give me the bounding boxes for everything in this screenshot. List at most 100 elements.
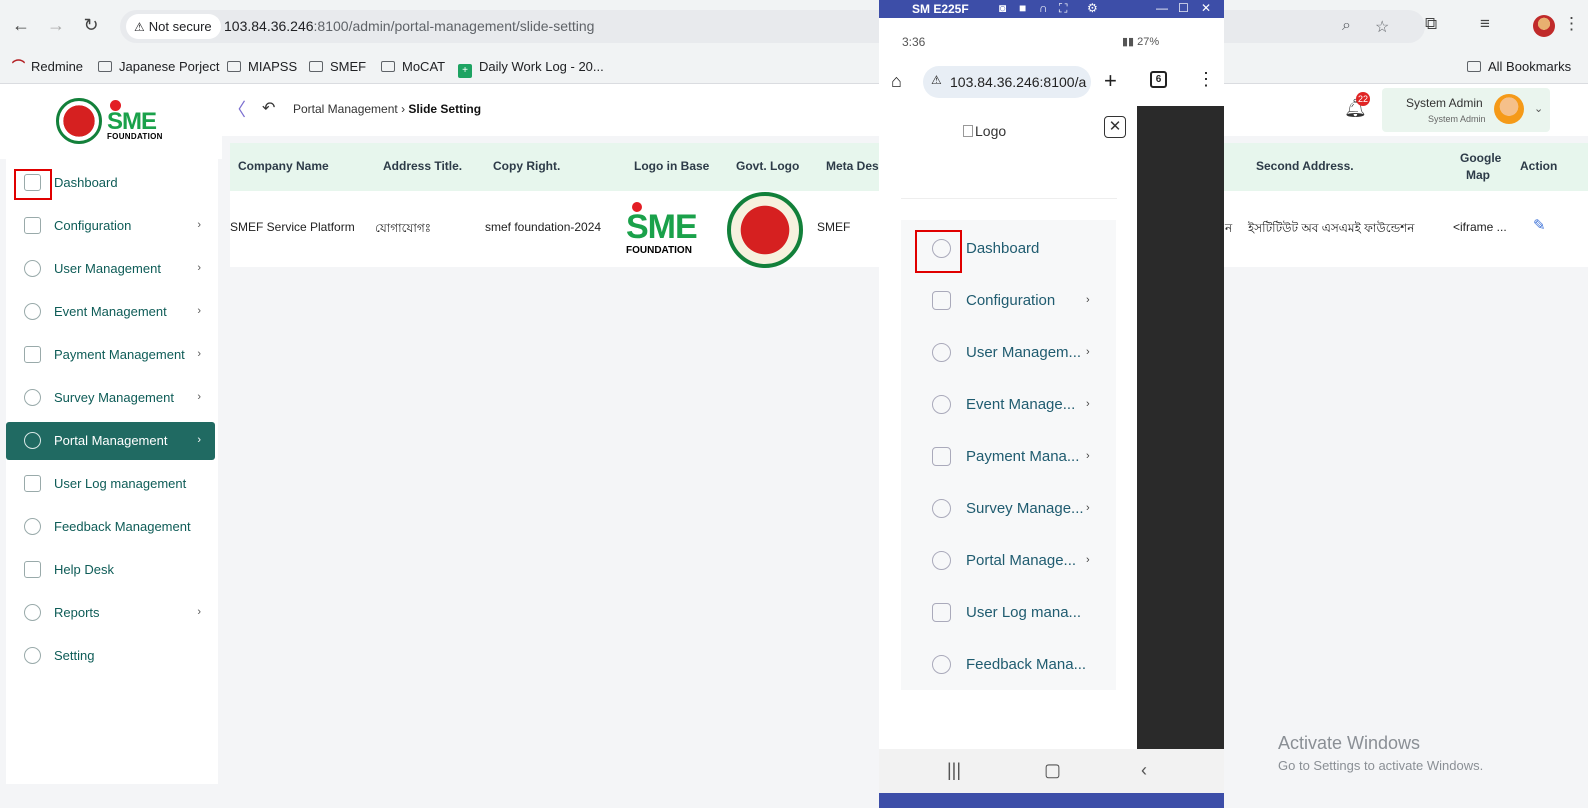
phone-side-drawer: Logo ✕ Dashboard Configuration › User Ma… <box>879 106 1137 749</box>
sidebar-item-configuration[interactable]: Configuration › <box>6 207 215 245</box>
maximize-icon[interactable]: ☐ <box>1178 1 1189 15</box>
payment-icon <box>932 447 951 466</box>
drawer-backdrop[interactable] <box>1137 106 1224 749</box>
sidebar-item-user-log-management[interactable]: User Log management <box>6 465 215 503</box>
phone-menu-item-user-management[interactable]: User Managem... › <box>901 326 1116 378</box>
headphones-icon[interactable]: ∩ <box>1039 1 1048 15</box>
column-header: Second Address. <box>1256 159 1354 173</box>
not-secure-chip[interactable]: ⚠ Not secure <box>126 14 221 39</box>
phone-menu-item-feedback-management[interactable]: Feedback Mana... <box>901 638 1116 690</box>
column-header: Address Title. <box>383 159 463 173</box>
bookmark-smef[interactable]: SMEF <box>309 56 366 78</box>
phone-menu-item-survey-management[interactable]: Survey Manage... › <box>901 482 1116 534</box>
reload-icon[interactable]: ↻ <box>80 14 102 36</box>
cell-address-title: যোগাযোগঃ <box>375 221 432 235</box>
phone-menu-item-event-management[interactable]: Event Manage... › <box>901 378 1116 430</box>
payment-icon <box>24 346 41 363</box>
sidebar-logo[interactable]: SME FOUNDATION <box>0 84 222 159</box>
phone-menu-item-portal-management[interactable]: Portal Manage... › <box>901 534 1116 586</box>
bookmark-redmine[interactable]: ⌒ Redmine <box>12 56 83 78</box>
pie-chart-icon <box>932 499 951 518</box>
column-header: Map <box>1466 168 1490 182</box>
back-arrow-icon[interactable]: ← <box>10 14 32 36</box>
log-icon <box>24 475 41 492</box>
feedback-icon <box>24 518 41 535</box>
sidebar-item-user-management[interactable]: User Management › <box>6 250 215 288</box>
chevron-right-icon: › <box>1086 450 1090 462</box>
browser-menu-icon[interactable]: ⋮ <box>1563 14 1580 34</box>
cell-copyright: smef foundation-2024 <box>485 220 602 234</box>
more-vert-icon[interactable]: ⋮ <box>1197 69 1215 90</box>
chevron-down-icon: ⌄ <box>1534 103 1544 115</box>
chevron-right-icon: › <box>1086 554 1090 566</box>
camera-icon[interactable]: ◙ <box>999 1 1006 15</box>
back-icon[interactable]: ‹ <box>1141 760 1147 781</box>
media-control-icon[interactable]: ≡ <box>1480 14 1490 34</box>
phone-menu-item-payment-management[interactable]: Payment Mana... › <box>901 430 1116 482</box>
bookmark-mocat[interactable]: MoCAT <box>381 56 445 78</box>
sidebar-item-help-desk[interactable]: Help Desk <box>6 551 215 589</box>
column-header: Company Name <box>238 159 329 173</box>
user-menu[interactable]: System Admin System Admin ⌄ <box>1382 88 1550 132</box>
sidebar-item-portal-management[interactable]: Portal Management › <box>6 422 215 460</box>
url-text[interactable]: 103.84.36.246:8100/admin/portal-manageme… <box>224 18 594 34</box>
column-header: Logo in Base <box>634 159 710 173</box>
extensions-icon[interactable]: ⧉ <box>1425 14 1437 34</box>
sidebar-item-payment-management[interactable]: Payment Management › <box>6 336 215 374</box>
phone-menu-item-configuration[interactable]: Configuration › <box>901 274 1116 326</box>
star-icon[interactable]: ☆ <box>1375 17 1389 37</box>
broken-image-icon <box>963 125 973 137</box>
profile-avatar[interactable] <box>1533 15 1555 37</box>
cell-company-name: SMEF Service Platform <box>230 220 355 234</box>
cell-logo-in-base: SME FOUNDATION <box>626 202 704 256</box>
gear-icon[interactable]: ⚙ <box>1087 1 1098 15</box>
app-area: SME FOUNDATION 〈 ↶ Portal Management › S… <box>0 84 1588 808</box>
sidebar-item-setting[interactable]: Setting <box>6 637 215 675</box>
column-header: Action <box>1520 159 1558 173</box>
fullscreen-icon[interactable]: ⛶ <box>1059 1 1067 16</box>
new-tab-icon[interactable]: + <box>1104 68 1117 94</box>
phone-browser-bar: ⌂ ⚠ 103.84.36.246:8100/a + 6 ⋮ <box>879 62 1224 106</box>
breadcrumb-parent[interactable]: Portal Management <box>293 102 398 116</box>
phone-time: 3:36 <box>902 35 926 49</box>
bookmark-japanese-porject[interactable]: Japanese Porject <box>98 56 219 78</box>
edit-icon[interactable]: ✎ <box>1533 216 1546 234</box>
mail-icon <box>24 561 41 578</box>
home-button-icon[interactable]: ▢ <box>1044 760 1061 781</box>
collapse-sidebar-icon[interactable]: 〈 <box>228 96 246 122</box>
bookmark-daily-work-log[interactable]: + Daily Work Log - 20... <box>458 56 604 78</box>
close-drawer-button[interactable]: ✕ <box>1104 116 1126 138</box>
sidebar-item-feedback-management[interactable]: Feedback Management <box>6 508 215 546</box>
address-bar[interactable]: ⚠ Not secure 103.84.36.246:8100/admin/por… <box>120 10 1425 43</box>
bookmark-all-bookmarks[interactable]: All Bookmarks <box>1467 56 1571 78</box>
warning-icon: ⚠ <box>931 73 942 87</box>
zoom-icon[interactable]: ⌕ <box>1342 17 1351 35</box>
feedback-icon <box>932 655 951 674</box>
phone-address-bar[interactable]: ⚠ 103.84.36.246:8100/a <box>923 66 1091 98</box>
sidebar-item-survey-management[interactable]: Survey Management › <box>6 379 215 417</box>
undo-back-icon[interactable]: ↶ <box>262 98 275 118</box>
configuration-icon <box>932 291 951 310</box>
chevron-right-icon: › <box>1086 294 1090 306</box>
home-icon[interactable]: ⌂ <box>891 71 902 92</box>
video-icon[interactable]: ■ <box>1019 1 1026 15</box>
lock-icon <box>24 303 41 320</box>
sidebar: Dashboard Configuration › User Managemen… <box>6 159 218 784</box>
chevron-right-icon: › <box>197 606 201 618</box>
signal-icon: ▮▮ <box>1122 36 1138 48</box>
recent-apps-icon[interactable]: ||| <box>947 760 961 781</box>
tab-count[interactable]: 6 <box>1150 71 1167 88</box>
windows-activation-watermark: Activate Windows Go to Settings to activ… <box>1278 733 1484 773</box>
phone-menu: Dashboard Configuration › User Managem..… <box>901 220 1116 690</box>
sidebar-item-event-management[interactable]: Event Management › <box>6 293 215 331</box>
close-icon[interactable]: ✕ <box>1201 1 1211 15</box>
forward-arrow-icon[interactable]: → <box>45 14 67 36</box>
bookmarks-bar: ⌒ Redmine Japanese Porject MIAPSS SMEF Mo… <box>0 54 1588 84</box>
minimize-icon[interactable]: — <box>1156 1 1168 15</box>
chevron-right-icon: › <box>1086 502 1090 514</box>
chevron-right-icon: › <box>1086 398 1090 410</box>
phone-menu-item-user-log-management[interactable]: User Log mana... <box>901 586 1116 638</box>
column-header: Copy Right. <box>493 159 561 173</box>
sidebar-item-reports[interactable]: Reports › <box>6 594 215 632</box>
bookmark-miapss[interactable]: MIAPSS <box>227 56 297 78</box>
